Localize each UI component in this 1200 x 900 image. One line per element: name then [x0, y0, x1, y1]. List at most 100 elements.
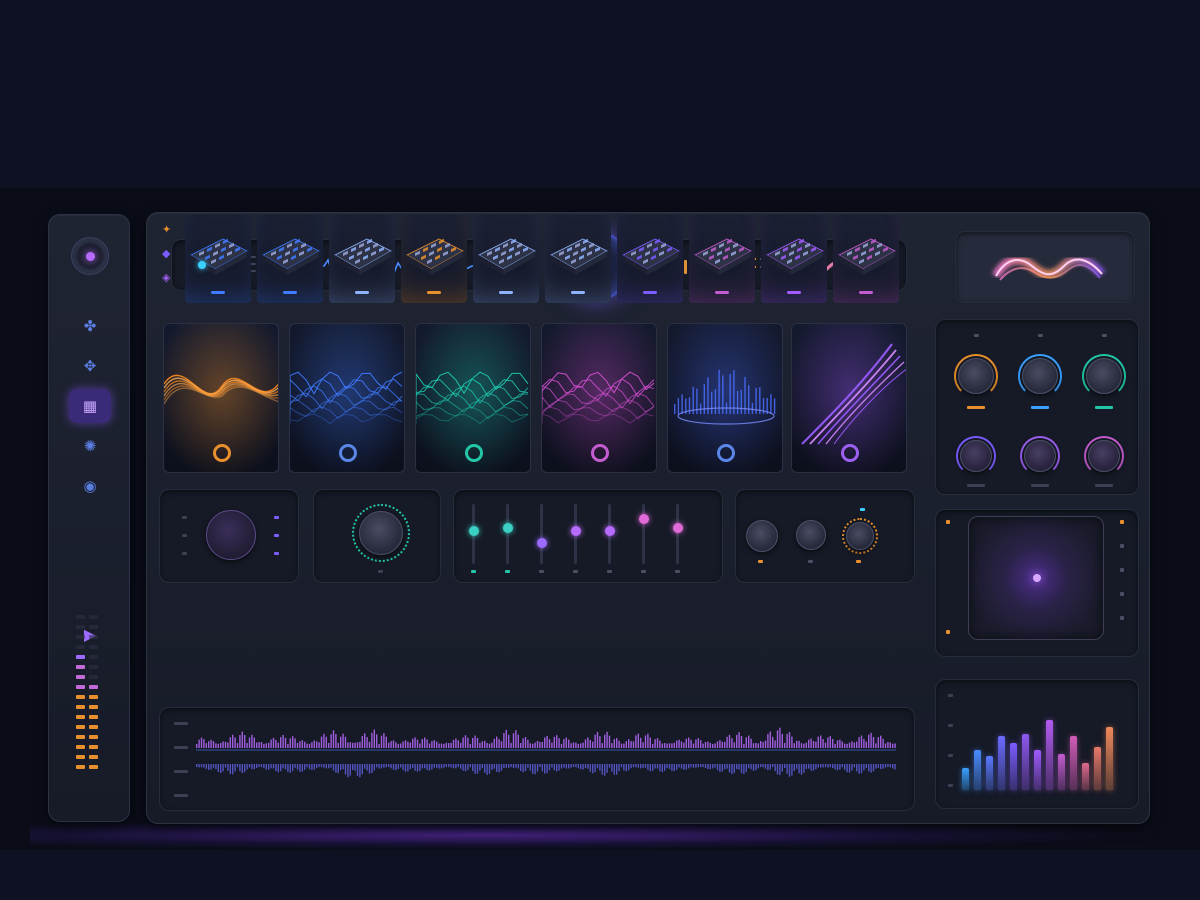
- waveform-bar: [767, 764, 769, 771]
- waveform-bar: [498, 739, 500, 748]
- waveform-bar: [419, 764, 421, 771]
- waveform-bar: [328, 764, 330, 769]
- device-orange-groovebox[interactable]: [401, 215, 467, 303]
- device-purple-pad[interactable]: [617, 215, 683, 303]
- visualizer-magenta-mountains[interactable]: [541, 323, 657, 473]
- fader-thumb[interactable]: [570, 526, 581, 536]
- diamond-icon[interactable]: ◈: [162, 271, 170, 284]
- meter-segment: [89, 755, 98, 759]
- visualizer-teal-terrain[interactable]: [415, 323, 531, 473]
- device-indicator: [355, 291, 369, 294]
- xy-tick: [1120, 520, 1124, 524]
- waveform-bar: [654, 764, 656, 769]
- device-keyboard-dark[interactable]: [473, 215, 539, 303]
- nodes-alt-icon[interactable]: ✥: [69, 349, 111, 383]
- waveform-bar: [745, 737, 747, 748]
- node-icon[interactable]: ◆: [162, 247, 170, 260]
- waveform-bar: [263, 743, 265, 748]
- waveform-bar: [380, 735, 383, 748]
- meter-segment: [76, 695, 85, 699]
- device-magenta-sequencer[interactable]: [689, 215, 755, 303]
- fader-thumb[interactable]: [638, 514, 649, 524]
- waveform-bar: [774, 764, 776, 772]
- fader-track[interactable]: [506, 504, 509, 564]
- bank-knob[interactable]: [1088, 440, 1120, 472]
- visualizer-select-ring-icon[interactable]: [213, 444, 231, 462]
- visualizer-purple-streaks[interactable]: [791, 323, 907, 473]
- small-knob-2[interactable]: [796, 520, 826, 550]
- waveform-bar: [500, 764, 503, 771]
- waveform-bar: [712, 743, 714, 748]
- visualizer-select-ring-icon[interactable]: [339, 444, 357, 462]
- waveform-bar: [520, 764, 522, 772]
- gain-knob[interactable]: [359, 511, 403, 555]
- bank-knob[interactable]: [1024, 440, 1056, 472]
- waveform-bar: [428, 764, 431, 771]
- waveform-bar: [493, 764, 495, 769]
- waveform-bar: [611, 743, 613, 748]
- bank-knob[interactable]: [1022, 358, 1058, 394]
- waveform-bar: [748, 764, 750, 769]
- small-knob-3[interactable]: [846, 522, 874, 550]
- waveform-bar: [596, 764, 599, 769]
- fader-thumb[interactable]: [536, 538, 547, 548]
- waveform-bar: [865, 764, 867, 768]
- waveform-bar: [752, 764, 755, 771]
- visualizer-orange-waves[interactable]: [163, 323, 279, 473]
- timeline[interactable]: [159, 707, 915, 811]
- xy-pad-surface[interactable]: [968, 516, 1104, 640]
- fader-thumb[interactable]: [672, 523, 683, 533]
- move-icon[interactable]: ✦: [162, 223, 171, 236]
- fader-track[interactable]: [642, 504, 645, 564]
- fx-preview[interactable]: [955, 231, 1135, 303]
- fader-thumb[interactable]: [502, 523, 513, 533]
- device-pink-pad-controller[interactable]: [833, 215, 899, 303]
- xy-cursor[interactable]: [1033, 574, 1041, 582]
- waveform-bar: [294, 738, 296, 748]
- waveform-bar: [601, 764, 603, 775]
- waveform-bar: [287, 743, 289, 748]
- fader-thumb[interactable]: [468, 526, 479, 536]
- waveform-bar: [875, 764, 877, 769]
- visualizer-select-ring-icon[interactable]: [717, 444, 735, 462]
- fader-track[interactable]: [540, 504, 543, 564]
- record-icon[interactable]: ◉: [69, 469, 111, 503]
- small-knob-1[interactable]: [746, 520, 778, 552]
- device-keyboard-light[interactable]: [545, 215, 611, 303]
- waveform-bar: [450, 742, 452, 748]
- waveform-bar: [546, 764, 548, 774]
- gear-icon[interactable]: ✺: [69, 429, 111, 463]
- bank-knob[interactable]: [958, 358, 994, 394]
- waveform-bar: [337, 764, 339, 774]
- waveform-bar: [863, 764, 865, 771]
- waveform-bar: [424, 764, 426, 769]
- audio-waveform[interactable]: [196, 720, 896, 800]
- bank-knob[interactable]: [1086, 358, 1122, 394]
- visualizer-blue-terrain[interactable]: [289, 323, 405, 473]
- waveform-bar: [325, 736, 327, 748]
- grid-icon[interactable]: ▦: [69, 389, 111, 423]
- waveform-bar: [272, 737, 275, 748]
- device-violet-drum-machine[interactable]: [761, 215, 827, 303]
- device-keyboard-white[interactable]: [329, 215, 395, 303]
- waveform-bar: [472, 737, 474, 748]
- logo-icon[interactable]: [71, 237, 109, 275]
- fader-thumb[interactable]: [604, 526, 615, 536]
- small-knob-module: [735, 489, 915, 583]
- waveform-bar: [232, 764, 234, 775]
- waveform-bar: [215, 764, 217, 770]
- waveform-bar: [798, 740, 800, 748]
- visualizer-select-ring-icon[interactable]: [591, 444, 609, 462]
- visualizer-select-ring-icon[interactable]: [841, 444, 859, 462]
- nodes-icon[interactable]: ✤: [69, 309, 111, 343]
- xy-tick: [1120, 568, 1124, 572]
- xy-pad[interactable]: [935, 509, 1139, 657]
- fader-track[interactable]: [676, 504, 679, 564]
- visualizer-select-ring-icon[interactable]: [465, 444, 483, 462]
- waveform-bar: [700, 764, 702, 768]
- device-blue-synth[interactable]: [185, 215, 251, 303]
- device-blue-pad-controller[interactable]: [257, 215, 323, 303]
- bank-knob[interactable]: [960, 440, 992, 472]
- visualizer-blue-spectrum[interactable]: [667, 323, 783, 473]
- main-knob[interactable]: [206, 510, 256, 560]
